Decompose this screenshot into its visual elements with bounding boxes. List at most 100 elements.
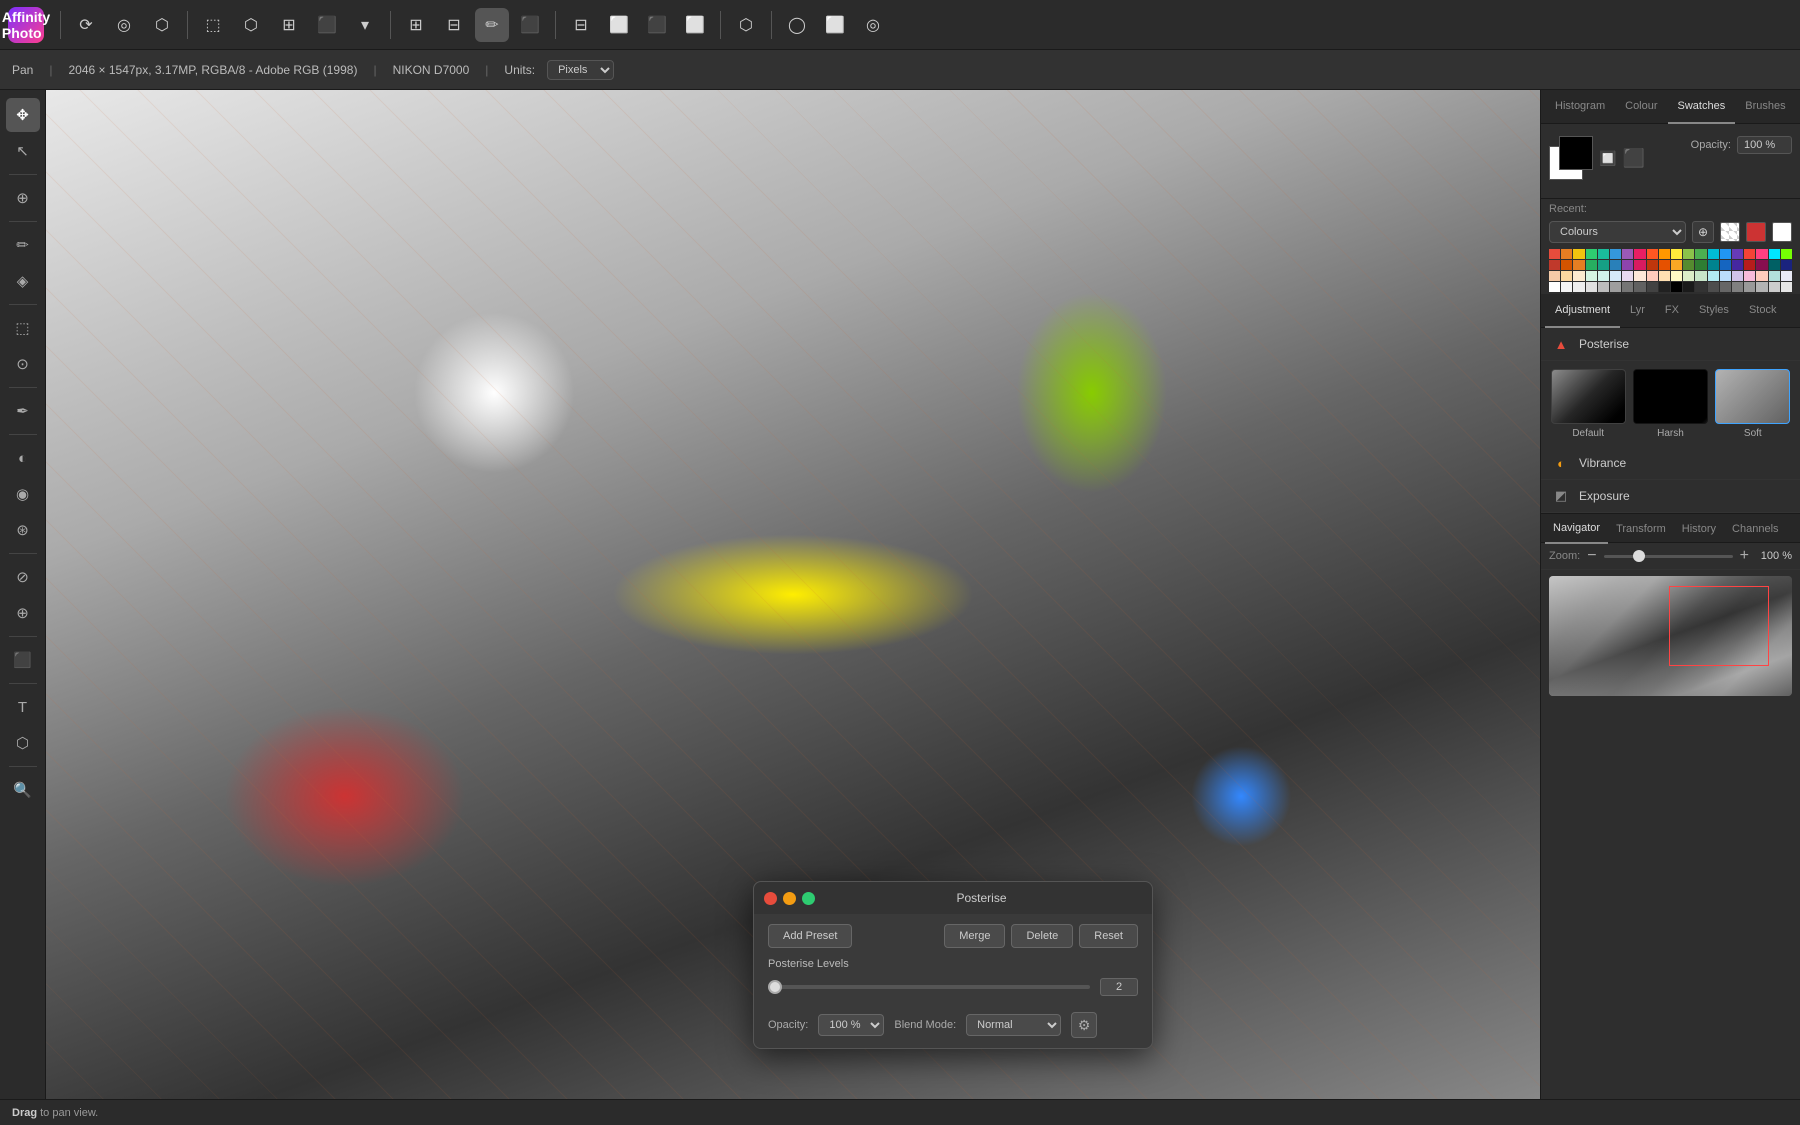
opacity-select[interactable]: 100 % 75 % 50 % 25 % bbox=[818, 1014, 884, 1036]
crop-tool[interactable]: ⊕ bbox=[6, 181, 40, 215]
tab-history[interactable]: History bbox=[1674, 514, 1724, 544]
layer-toolbar-icon[interactable]: ⬜ bbox=[602, 8, 636, 42]
color-cell[interactable] bbox=[1549, 282, 1560, 292]
color-cell[interactable] bbox=[1549, 271, 1560, 281]
color-cell[interactable] bbox=[1671, 282, 1682, 292]
color-cell[interactable] bbox=[1769, 260, 1780, 270]
units-select[interactable]: Pixels Inches cm bbox=[547, 60, 614, 80]
dialog-close-button[interactable] bbox=[764, 892, 777, 905]
blend-settings-button[interactable]: ⚙ bbox=[1071, 1012, 1097, 1038]
pen-tool[interactable]: ✒ bbox=[6, 394, 40, 428]
zoom-in-button[interactable]: + bbox=[1739, 547, 1750, 565]
color-cell[interactable] bbox=[1744, 260, 1755, 270]
color-cell[interactable] bbox=[1647, 249, 1658, 259]
preset-harsh[interactable]: Harsh bbox=[1631, 369, 1709, 439]
heal-tool[interactable]: ⊕ bbox=[6, 596, 40, 630]
color-cell[interactable] bbox=[1781, 282, 1792, 292]
split-view-icon[interactable]: ⊟ bbox=[437, 8, 471, 42]
tab-lyr[interactable]: Lyr bbox=[1620, 294, 1655, 328]
levels-value[interactable] bbox=[1100, 978, 1138, 996]
color-cell[interactable] bbox=[1634, 249, 1645, 259]
stack-toolbar-icon[interactable]: ⬛ bbox=[640, 8, 674, 42]
color-cell[interactable] bbox=[1756, 260, 1767, 270]
color-cell[interactable] bbox=[1622, 282, 1633, 292]
color-cell[interactable] bbox=[1720, 260, 1731, 270]
tab-brushes[interactable]: Brushes bbox=[1735, 90, 1795, 124]
blend-mode-select[interactable]: Normal Multiply Screen Overlay Soft Ligh… bbox=[966, 1014, 1061, 1036]
blur-tool[interactable]: ◉ bbox=[6, 477, 40, 511]
color-cell[interactable] bbox=[1634, 260, 1645, 270]
color-cell[interactable] bbox=[1622, 271, 1633, 281]
color-cell[interactable] bbox=[1549, 260, 1560, 270]
person-icon[interactable]: ◎ bbox=[856, 8, 890, 42]
color-cell[interactable] bbox=[1610, 260, 1621, 270]
grid-icon[interactable]: ⊞ bbox=[399, 8, 433, 42]
tab-stock[interactable]: Stock bbox=[1739, 294, 1787, 328]
color-cell[interactable] bbox=[1659, 249, 1670, 259]
color-cell[interactable] bbox=[1732, 249, 1743, 259]
zoom-out-button[interactable]: − bbox=[1586, 547, 1597, 565]
color-cell[interactable] bbox=[1659, 271, 1670, 281]
preset-soft[interactable]: Soft bbox=[1714, 369, 1792, 439]
color-cell[interactable] bbox=[1781, 271, 1792, 281]
color-cell[interactable] bbox=[1634, 271, 1645, 281]
tab-histogram[interactable]: Histogram bbox=[1545, 90, 1615, 124]
fill-tool[interactable]: ⬛ bbox=[6, 643, 40, 677]
color-cell[interactable] bbox=[1756, 282, 1767, 292]
color-cell[interactable] bbox=[1622, 249, 1633, 259]
color-cell[interactable] bbox=[1573, 260, 1584, 270]
color-cell[interactable] bbox=[1732, 271, 1743, 281]
color-cell[interactable] bbox=[1744, 282, 1755, 292]
adjustment-posterise[interactable]: ▲ Posterise bbox=[1541, 328, 1800, 361]
adjustment-exposure[interactable]: ◩ Exposure bbox=[1541, 480, 1800, 513]
target-icon[interactable]: ◎ bbox=[107, 8, 141, 42]
color-cell[interactable] bbox=[1695, 271, 1706, 281]
color-cell[interactable] bbox=[1744, 249, 1755, 259]
color-cell[interactable] bbox=[1659, 282, 1670, 292]
color-cell[interactable] bbox=[1756, 249, 1767, 259]
export-icon[interactable]: ⬡ bbox=[729, 8, 763, 42]
colour-options-button[interactable]: ⊕ bbox=[1692, 221, 1714, 243]
canvas-area[interactable]: Posterise Add Preset Merge Delete Reset … bbox=[46, 90, 1540, 1099]
color-cell[interactable] bbox=[1647, 282, 1658, 292]
color-cell[interactable] bbox=[1671, 260, 1682, 270]
paint-tool[interactable]: ✏ bbox=[6, 228, 40, 262]
color-cell[interactable] bbox=[1561, 271, 1572, 281]
color-cell[interactable] bbox=[1720, 249, 1731, 259]
tab-navigator[interactable]: Navigator bbox=[1545, 514, 1608, 544]
crop-icon[interactable]: ⊞ bbox=[272, 8, 306, 42]
color-cell[interactable] bbox=[1683, 271, 1694, 281]
dialog-minimize-button[interactable] bbox=[783, 892, 796, 905]
levels-slider[interactable] bbox=[768, 985, 1090, 989]
color-cell[interactable] bbox=[1647, 260, 1658, 270]
tab-adjustment[interactable]: Adjustment bbox=[1545, 294, 1620, 328]
delete-button[interactable]: Delete bbox=[1011, 924, 1073, 948]
color-cell[interactable] bbox=[1561, 249, 1572, 259]
sync-icon[interactable]: ⟳ bbox=[69, 8, 103, 42]
color-cell[interactable] bbox=[1610, 249, 1621, 259]
color-cell[interactable] bbox=[1695, 260, 1706, 270]
color-cell[interactable] bbox=[1683, 282, 1694, 292]
color-cell[interactable] bbox=[1732, 282, 1743, 292]
color-cell[interactable] bbox=[1781, 260, 1792, 270]
color-cell[interactable] bbox=[1695, 282, 1706, 292]
color-cell[interactable] bbox=[1769, 282, 1780, 292]
color-cell[interactable] bbox=[1671, 271, 1682, 281]
vignette-dropdown-icon[interactable]: ▾ bbox=[348, 8, 382, 42]
color-cell[interactable] bbox=[1647, 271, 1658, 281]
color-cell[interactable] bbox=[1769, 271, 1780, 281]
color-cell[interactable] bbox=[1659, 260, 1670, 270]
select-tool[interactable]: ↖ bbox=[6, 134, 40, 168]
color-cell[interactable] bbox=[1708, 271, 1719, 281]
color-cell[interactable] bbox=[1598, 249, 1609, 259]
fg-quick-swatch[interactable] bbox=[1746, 222, 1766, 242]
color-cell[interactable] bbox=[1708, 260, 1719, 270]
color-cell[interactable] bbox=[1598, 271, 1609, 281]
lasso-tool[interactable]: ⊙ bbox=[6, 347, 40, 381]
tab-swatches[interactable]: Swatches bbox=[1668, 90, 1736, 124]
dropper-toolbar-icon[interactable]: ⬛ bbox=[513, 8, 547, 42]
move-tool[interactable]: ✥ bbox=[6, 98, 40, 132]
color-cell[interactable] bbox=[1586, 260, 1597, 270]
color-cell[interactable] bbox=[1586, 282, 1597, 292]
blank-toolbar-icon[interactable]: ⬜ bbox=[678, 8, 712, 42]
